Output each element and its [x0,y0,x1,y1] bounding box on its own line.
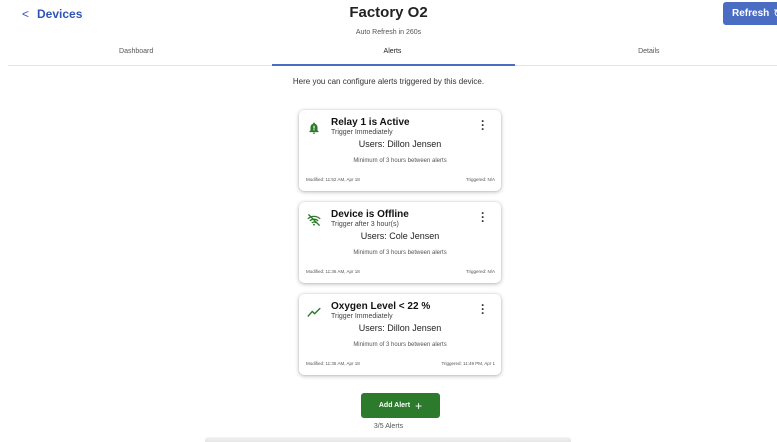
auto-refresh-text: Auto Refresh in 260s [355,29,422,36]
tab-dashboard[interactable]: Dashboard [8,41,264,65]
refresh-label: Refresh [732,8,770,19]
refresh-button[interactable]: Refresh ↻ [723,2,777,25]
add-alert-label: Add Alert [378,402,411,409]
alert-trigger: Trigger after 3 hour(s) [331,221,399,228]
alert-minimum-interval: Minimum of 3 hours between alerts [353,158,447,164]
more-options-icon[interactable]: · · · [479,207,487,227]
alert-users: Users: Dillon Jensen [358,139,442,149]
alert-card: Oxygen Level < 22 % Trigger Immediately … [299,294,501,375]
alert-card: Relay 1 is Active Trigger Immediately · ·… [299,110,501,191]
alert-title: Relay 1 is Active [331,117,410,128]
alert-modified: Modified: 11:35 AM, Apr 18 [306,361,360,366]
alert-users: Users: Cole Jensen [360,231,440,241]
alert-minimum-interval: Minimum of 3 hours between alerts [353,342,447,348]
add-alert-button[interactable]: Add Alert + [361,393,440,418]
page-title: Factory O2 [349,4,428,21]
top-bar: < Devices Factory O2 Auto Refresh in 260… [0,0,777,40]
more-options-icon[interactable]: · · · [479,115,487,135]
alert-minimum-interval: Minimum of 3 hours between alerts [353,250,447,256]
wifi-off-icon [307,214,321,226]
bell-active-icon [309,122,319,134]
alert-count: 3/5 Alerts [373,423,404,430]
alert-title: Oxygen Level < 22 % [331,301,431,312]
alert-triggered: Triggered: N/A [465,177,495,182]
alert-card: Device is Offline Trigger after 3 hour(s… [299,202,501,283]
alert-title: Device is Offline [331,209,409,220]
tab-bar: Dashboard Alerts Details [8,41,777,66]
more-options-icon[interactable]: · · · [479,299,487,319]
alert-users: Users: Dillon Jensen [358,323,442,333]
alert-triggered: Triggered: N/A [465,269,495,274]
tab-details[interactable]: Details [521,41,777,65]
tab-alerts[interactable]: Alerts [264,41,520,66]
alert-trigger: Trigger Immediately [331,313,393,320]
alert-triggered: Triggered: 11:49 PM, Apr 1 [441,361,495,366]
trending-up-icon [307,307,321,317]
refresh-icon: ↻ [773,7,777,20]
alert-modified: Modified: 11:52 AM, Apr 18 [306,177,360,182]
bottom-panel-edge [205,437,571,442]
alert-trigger: Trigger Immediately [331,129,393,136]
alerts-intro-text: Here you can configure alerts triggered … [292,77,485,86]
plus-icon: + [415,398,423,413]
alert-modified: Modified: 11:36 AM, Apr 18 [306,269,360,274]
